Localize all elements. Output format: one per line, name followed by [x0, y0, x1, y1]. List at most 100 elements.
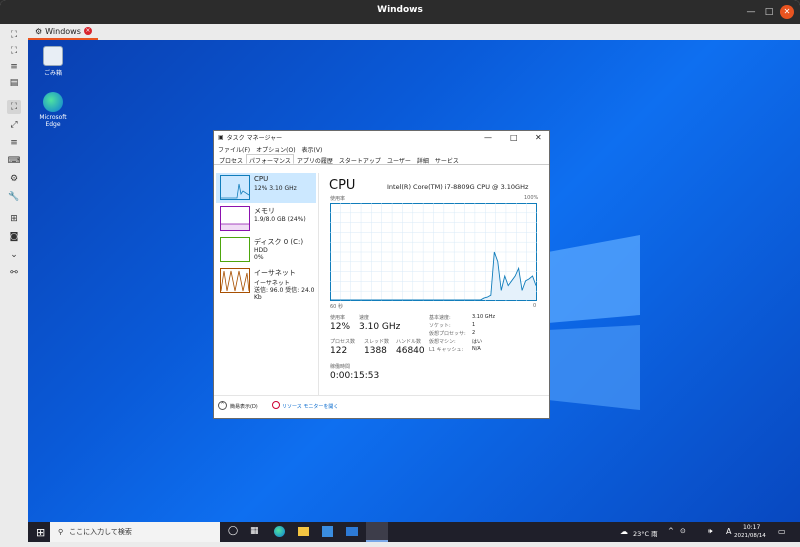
task-manager-icon: ▣ [218, 134, 224, 141]
desktop-icon-edge[interactable]: Microsoft Edge [33, 92, 73, 128]
resource-sub2: 0% [254, 254, 264, 261]
detail-value: 2 [472, 330, 476, 336]
wrench-icon[interactable]: 🔧 [7, 190, 21, 204]
menu-options[interactable]: オプション(O) [256, 145, 295, 154]
tm-footer-divider [214, 395, 549, 396]
minimize-icon[interactable]: — [744, 5, 758, 19]
tab-performance[interactable]: パフォーマンス [246, 154, 294, 165]
tray-chevron-icon[interactable]: ^ [668, 527, 674, 535]
window-icon[interactable]: ▤ [7, 76, 21, 90]
tm-title-bar: ▣ タスク マネージャー — □ ✕ [214, 131, 549, 144]
proc-label: プロセス数 [330, 339, 356, 345]
screenshot-icon[interactable]: ⛶ [7, 100, 21, 114]
proc-value: 122 [330, 346, 348, 356]
resource-sub2: 送信: 96.0 受信: 24.0 Kb [254, 287, 315, 301]
menu-file[interactable]: ファイル(F) [218, 145, 250, 154]
fewer-details-button[interactable]: 簡易表示(D) [230, 403, 258, 410]
ime-indicator[interactable]: A [726, 527, 731, 536]
ethernet-thumbnail [220, 268, 250, 293]
tm-maximize-icon[interactable]: □ [510, 133, 518, 142]
tab-close-icon[interactable]: × [83, 27, 92, 35]
search-placeholder: ここに入力して検索 [69, 528, 132, 536]
clock-time[interactable]: 10:17 [743, 524, 760, 531]
tm-menu-bar: ファイル(F) オプション(O) 表示(V) [214, 144, 549, 154]
edge-taskbar-icon[interactable] [274, 526, 285, 537]
resource-ethernet[interactable]: イーサネット イーサネット 送信: 96.0 受信: 24.0 Kb [216, 266, 316, 301]
memory-thumbnail [220, 206, 250, 231]
fullscreen-icon[interactable]: ⛶ [7, 44, 21, 58]
mail-icon[interactable] [346, 527, 358, 536]
resource-memory[interactable]: メモリ 1.9/8.0 GB (24%) [216, 204, 316, 234]
explorer-icon[interactable] [298, 527, 309, 536]
task-view-icon[interactable]: ◯ [228, 526, 238, 536]
tm-title: タスク マネージャー [226, 135, 283, 142]
clock-date[interactable]: 2021/08/14 [734, 533, 766, 539]
fewer-details-icon[interactable]: ^ [218, 401, 227, 410]
start-icon[interactable]: ⊞ [36, 526, 45, 539]
link-icon[interactable]: ⚯ [7, 266, 21, 280]
tab-processes[interactable]: プロセス [216, 154, 246, 165]
tab-windows[interactable]: ⚙ Windows × [28, 24, 98, 40]
resource-sub: HDD [254, 247, 268, 254]
speed-value: 3.10 GHz [359, 322, 401, 332]
tab-app-history[interactable]: アプリの履歴 [294, 154, 336, 165]
tab-users[interactable]: ユーザー [384, 154, 414, 165]
tab-details[interactable]: 詳細 [414, 154, 432, 165]
tm-minimize-icon[interactable]: — [484, 133, 492, 142]
menu-view[interactable]: 表示(V) [302, 145, 323, 154]
uptime-value: 0:00:15:53 [330, 371, 380, 381]
handle-label: ハンドル数 [396, 339, 422, 345]
settings-icon[interactable]: ⚙ [7, 172, 21, 186]
resource-disk[interactable]: ディスク 0 (C:) HDD 0% [216, 235, 316, 265]
taskbar-search[interactable]: ⚲ ここに入力して検索 [50, 522, 220, 542]
desktop-icon-recycle-bin[interactable]: ごみ箱 [33, 46, 73, 77]
list-icon[interactable]: ≡ [7, 136, 21, 150]
network-icon[interactable]: ⊙ [680, 527, 686, 535]
uptime-label: 稼働時間 [330, 364, 351, 370]
task-manager-taskbar-icon[interactable] [366, 522, 388, 542]
graph-time: 60 秒 [330, 304, 343, 310]
thread-value: 1388 [364, 346, 387, 356]
notification-icon[interactable]: ▭ [778, 527, 786, 536]
resource-sub: 1.9/8.0 GB (24%) [254, 216, 306, 223]
tab-startup[interactable]: スタートアップ [336, 154, 384, 165]
resource-cpu[interactable]: CPU 12% 3.10 GHz [216, 173, 316, 203]
tm-divider [318, 173, 319, 395]
store-icon[interactable] [322, 526, 333, 537]
fit-icon[interactable]: ⛶ [7, 28, 21, 42]
weather-icon[interactable]: ☁ [620, 527, 628, 536]
disk-thumbnail [220, 237, 250, 262]
volume-icon[interactable]: 🕪 [708, 527, 712, 536]
detail-label: 仮想マシン: [429, 339, 456, 345]
resource-sub: 12% 3.10 GHz [254, 185, 297, 192]
tab-services[interactable]: サービス [432, 154, 462, 165]
keyboard-icon[interactable]: ⌨ [7, 154, 21, 168]
detail-value: はい [472, 339, 483, 345]
widgets-icon[interactable]: ▦ [250, 526, 259, 536]
search-icon: ⚲ [58, 528, 64, 536]
usage-value: 12% [330, 322, 351, 332]
cpu-usage-graph [330, 203, 537, 301]
detail-value: 3.10 GHz [472, 314, 495, 320]
cpu-thumbnail [220, 175, 250, 200]
vm-viewer-window: Windows — □ ✕ ⛶ ⛶ ≡ ▤ ⛶ ⤢ ≡ ⌨ ⚙ 🔧 ⊞ ◙ ⌄ … [0, 0, 800, 547]
graph-label: 使用率 [330, 196, 346, 202]
scale-icon[interactable]: ⤢ [7, 118, 21, 132]
detail-label: L1 キャッシュ: [429, 347, 464, 353]
tm-close-icon[interactable]: ✕ [535, 133, 542, 142]
resource-monitor-link[interactable]: リソース モニターを開く [282, 403, 338, 410]
handle-value: 46840 [396, 346, 425, 356]
maximize-icon[interactable]: □ [762, 5, 776, 19]
thread-label: スレッド数 [364, 339, 390, 345]
resource-monitor-icon [272, 401, 280, 409]
menu-icon[interactable]: ≡ [7, 60, 21, 74]
resource-name: メモリ [254, 207, 275, 215]
camera-icon[interactable]: ◙ [7, 230, 21, 244]
detail-value: N/A [472, 346, 481, 352]
add-icon[interactable]: ⊞ [7, 212, 21, 226]
close-icon[interactable]: ✕ [780, 5, 794, 19]
chevron-down-icon[interactable]: ⌄ [7, 248, 21, 262]
detail-label: 仮想プロセッサ: [429, 331, 466, 337]
weather-text[interactable]: 23°C 雨 [633, 528, 658, 538]
resource-name: イーサネット [254, 269, 296, 277]
